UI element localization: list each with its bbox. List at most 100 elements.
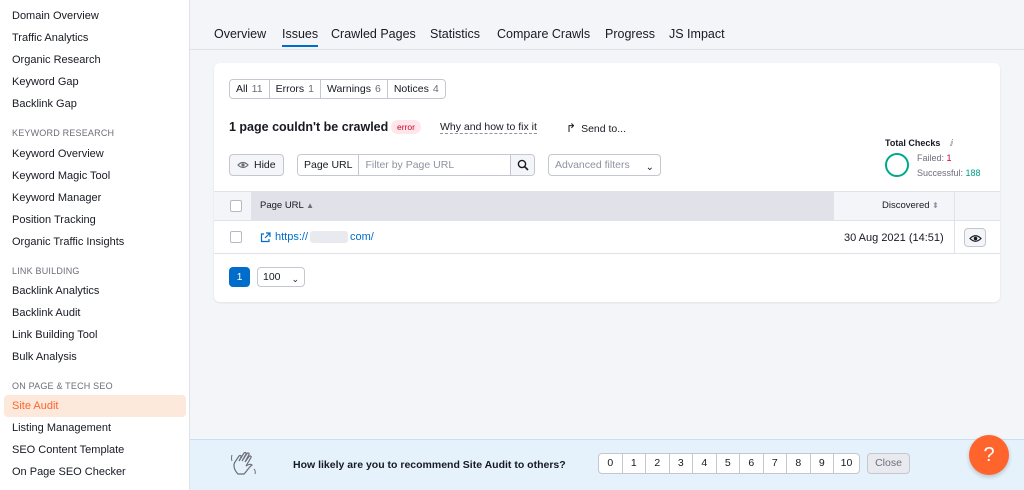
share-arrow-icon: ↱ [566, 121, 577, 135]
tab-statistics[interactable]: Statistics [430, 27, 480, 41]
feedback-bar: How likely are you to recommend Site Aud… [190, 439, 1024, 490]
rating-0[interactable]: 0 [599, 454, 623, 473]
tab-overview[interactable]: Overview [214, 27, 266, 41]
search-icon [518, 159, 530, 171]
issue-type-filter: All 11 Errors 1 Warnings 6 Notices 4 [229, 79, 446, 99]
page-url-link[interactable]: https:// com/ [260, 231, 374, 244]
rating-10[interactable]: 10 [834, 454, 859, 473]
send-to-label: Send to... [581, 123, 627, 135]
filter-notices-label: Notices [393, 83, 429, 95]
sort-icon: ⬍ [932, 201, 939, 210]
tab-progress[interactable]: Progress [605, 27, 655, 41]
filter-all[interactable]: All 11 [230, 80, 270, 98]
sidebar-item-traffic-analytics[interactable]: Traffic Analytics [12, 32, 88, 44]
filter-errors-count: 1 [308, 83, 315, 95]
rating-7[interactable]: 7 [764, 454, 787, 473]
filter-warnings-count: 6 [374, 83, 381, 95]
rating-6[interactable]: 6 [740, 454, 764, 473]
eye-icon [237, 161, 249, 169]
filter-all-count: 11 [251, 83, 263, 95]
search-button[interactable] [510, 155, 535, 175]
external-link-icon [260, 232, 271, 243]
sidebar-item-backlink-analytics[interactable]: Backlink Analytics [12, 285, 99, 297]
sidebar-item-keyword-overview[interactable]: Keyword Overview [12, 148, 104, 160]
issue-title: 1 page couldn't be crawled [229, 120, 389, 134]
sidebar-item-keyword-gap[interactable]: Keyword Gap [12, 76, 79, 88]
sidebar-item-position-tracking[interactable]: Position Tracking [12, 214, 96, 226]
tab-crawled-pages[interactable]: Crawled Pages [331, 27, 416, 41]
info-icon[interactable]: ⅈ [950, 138, 959, 148]
page-url-search-input[interactable] [359, 155, 511, 175]
rating-4[interactable]: 4 [693, 454, 717, 473]
page-1-button[interactable]: 1 [229, 267, 250, 287]
sidebar-item-backlink-audit[interactable]: Backlink Audit [12, 307, 80, 319]
table-header: Page URL ▲ Discovered ⬍ [214, 191, 1000, 221]
rating-scale: 0 1 2 3 4 5 6 7 8 9 10 [598, 453, 860, 474]
sidebar-item-listing-management[interactable]: Listing Management [12, 422, 111, 434]
tab-issues[interactable]: Issues [282, 27, 319, 47]
rating-9[interactable]: 9 [811, 454, 834, 473]
failed-value: 1 [946, 153, 952, 163]
help-button[interactable]: ? [969, 435, 1009, 475]
rating-2[interactable]: 2 [646, 454, 670, 473]
sidebar-item-organic-research[interactable]: Organic Research [12, 54, 101, 66]
filter-notices[interactable]: Notices 4 [387, 80, 445, 98]
total-checks-title: Total Checks [885, 138, 941, 148]
sidebar-item-organic-traffic-insights[interactable]: Organic Traffic Insights [12, 236, 124, 248]
send-to-button[interactable]: ↱ Send to... [566, 121, 626, 135]
sidebar-item-on-page-seo-checker[interactable]: On Page SEO Checker [12, 466, 126, 478]
column-divider [954, 192, 955, 220]
feedback-close-button[interactable]: Close [867, 453, 910, 474]
sidebar-item-keyword-manager[interactable]: Keyword Manager [12, 192, 101, 204]
tab-compare-crawls[interactable]: Compare Crawls [497, 27, 590, 41]
rating-5[interactable]: 5 [717, 454, 740, 473]
sidebar-item-link-building-tool[interactable]: Link Building Tool [12, 329, 97, 341]
chevron-down-icon: ⌄ [291, 274, 299, 284]
advanced-filters-dropdown[interactable]: Advanced filters ⌄ [548, 154, 661, 176]
filter-notices-count: 4 [432, 83, 439, 95]
failed-checks: Failed: 1 [917, 153, 952, 163]
column-discovered-label: Discovered [882, 200, 930, 211]
tab-js-impact[interactable]: JS Impact [669, 27, 725, 41]
hide-button[interactable]: Hide [229, 154, 284, 176]
table-row: https:// com/ 30 Aug 2021 (14:51) [214, 221, 1000, 254]
successful-label: Successful: [917, 168, 964, 178]
per-page-select[interactable]: 100 ⌄ [257, 267, 305, 287]
feedback-question: How likely are you to recommend Site Aud… [293, 459, 566, 471]
sorted-column-highlight [251, 192, 834, 220]
sidebar-item-bulk-analysis[interactable]: Bulk Analysis [12, 351, 77, 363]
filter-errors[interactable]: Errors 1 [269, 80, 322, 98]
filter-errors-label: Errors [275, 83, 305, 95]
page-url-filter: Page URL [297, 154, 536, 176]
url-end: com/ [350, 231, 374, 243]
discovered-date: 30 Aug 2021 (14:51) [844, 232, 944, 244]
sidebar-section-on-page-tech-seo: ON PAGE & TECH SEO [12, 381, 113, 391]
eye-icon [969, 235, 982, 242]
rating-3[interactable]: 3 [670, 454, 693, 473]
checks-ring-chart [885, 153, 909, 177]
url-start: https:// [275, 231, 309, 243]
hide-label: Hide [254, 159, 276, 171]
row-checkbox[interactable] [230, 231, 242, 243]
sidebar-item-keyword-magic-tool[interactable]: Keyword Magic Tool [12, 170, 110, 182]
filter-warnings[interactable]: Warnings 6 [321, 80, 388, 98]
column-divider [954, 221, 955, 254]
advanced-filters-label: Advanced filters [555, 159, 630, 171]
successful-checks: Successful: 188 [917, 168, 981, 178]
filter-warnings-label: Warnings [327, 83, 371, 95]
rating-8[interactable]: 8 [787, 454, 811, 473]
rating-1[interactable]: 1 [623, 454, 646, 473]
view-page-button[interactable] [964, 228, 986, 247]
page-url-dropdown[interactable]: Page URL [298, 155, 360, 175]
column-discovered[interactable]: Discovered ⬍ [882, 200, 939, 211]
select-all-checkbox[interactable] [230, 200, 242, 212]
sidebar-item-seo-content-template[interactable]: SEO Content Template [12, 444, 124, 456]
why-and-how-link[interactable]: Why and how to fix it [440, 121, 537, 134]
issues-card: All 11 Errors 1 Warnings 6 Notices 4 1 page … [214, 63, 1000, 302]
column-page-url[interactable]: Page URL ▲ [260, 200, 314, 211]
sidebar-item-backlink-gap[interactable]: Backlink Gap [12, 98, 77, 110]
failed-label: Failed: [917, 153, 945, 163]
sidebar-item-domain-overview[interactable]: Domain Overview [12, 10, 99, 22]
redacted-domain [310, 231, 349, 244]
sidebar-item-site-audit[interactable]: Site Audit [12, 400, 58, 412]
